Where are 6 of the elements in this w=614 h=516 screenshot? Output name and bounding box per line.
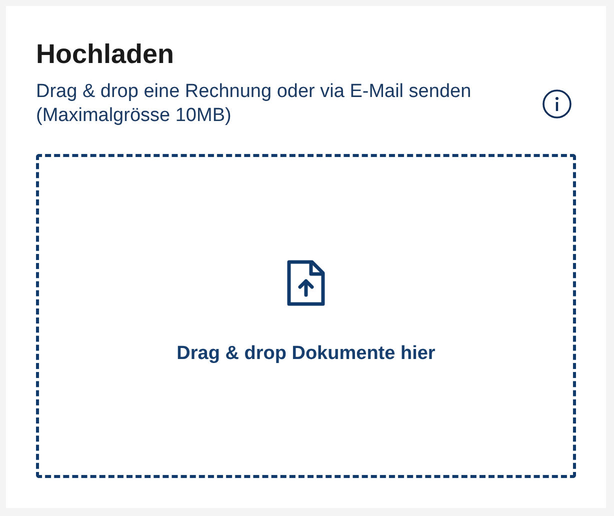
drop-zone-label: Drag & drop Dokumente hier xyxy=(176,343,436,365)
upload-instructions: Drag & drop eine Rechnung oder via E-Mail senden (Maximalgrösse 10MB) xyxy=(36,80,472,128)
file-upload-icon xyxy=(286,259,326,307)
drop-zone[interactable]: Drag & drop Dokumente hier xyxy=(36,154,576,478)
card-title: Hochladen xyxy=(36,38,176,70)
info-icon[interactable] xyxy=(542,89,572,119)
